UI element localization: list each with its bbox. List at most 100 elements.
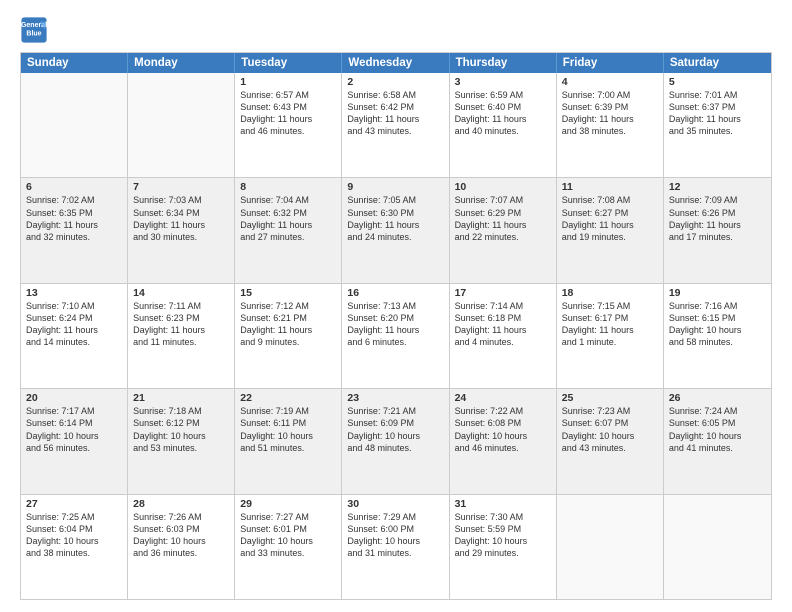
day-number: 31 bbox=[455, 498, 551, 510]
calendar-cell: 9Sunrise: 7:05 AM Sunset: 6:30 PM Daylig… bbox=[342, 178, 449, 282]
day-number: 14 bbox=[133, 287, 229, 299]
day-detail: Sunrise: 7:18 AM Sunset: 6:12 PM Dayligh… bbox=[133, 405, 229, 454]
day-number: 1 bbox=[240, 76, 336, 88]
calendar-header-cell: Saturday bbox=[664, 53, 771, 73]
calendar-cell bbox=[128, 73, 235, 177]
day-detail: Sunrise: 7:29 AM Sunset: 6:00 PM Dayligh… bbox=[347, 511, 443, 560]
calendar-cell: 8Sunrise: 7:04 AM Sunset: 6:32 PM Daylig… bbox=[235, 178, 342, 282]
calendar-cell: 12Sunrise: 7:09 AM Sunset: 6:26 PM Dayli… bbox=[664, 178, 771, 282]
day-detail: Sunrise: 7:12 AM Sunset: 6:21 PM Dayligh… bbox=[240, 300, 336, 349]
day-number: 4 bbox=[562, 76, 658, 88]
day-detail: Sunrise: 7:09 AM Sunset: 6:26 PM Dayligh… bbox=[669, 194, 766, 243]
calendar-cell: 7Sunrise: 7:03 AM Sunset: 6:34 PM Daylig… bbox=[128, 178, 235, 282]
calendar-header-cell: Friday bbox=[557, 53, 664, 73]
logo-icon: General Blue bbox=[20, 16, 48, 44]
calendar-cell: 2Sunrise: 6:58 AM Sunset: 6:42 PM Daylig… bbox=[342, 73, 449, 177]
calendar-cell: 11Sunrise: 7:08 AM Sunset: 6:27 PM Dayli… bbox=[557, 178, 664, 282]
calendar-cell: 10Sunrise: 7:07 AM Sunset: 6:29 PM Dayli… bbox=[450, 178, 557, 282]
day-detail: Sunrise: 7:17 AM Sunset: 6:14 PM Dayligh… bbox=[26, 405, 122, 454]
day-detail: Sunrise: 7:02 AM Sunset: 6:35 PM Dayligh… bbox=[26, 194, 122, 243]
page: General Blue SundayMondayTuesdayWednesda… bbox=[0, 0, 792, 612]
day-detail: Sunrise: 7:23 AM Sunset: 6:07 PM Dayligh… bbox=[562, 405, 658, 454]
day-number: 24 bbox=[455, 392, 551, 404]
calendar-cell: 14Sunrise: 7:11 AM Sunset: 6:23 PM Dayli… bbox=[128, 284, 235, 388]
header: General Blue bbox=[20, 16, 772, 44]
calendar-cell bbox=[664, 495, 771, 599]
day-detail: Sunrise: 7:01 AM Sunset: 6:37 PM Dayligh… bbox=[669, 89, 766, 138]
day-detail: Sunrise: 7:16 AM Sunset: 6:15 PM Dayligh… bbox=[669, 300, 766, 349]
day-detail: Sunrise: 7:30 AM Sunset: 5:59 PM Dayligh… bbox=[455, 511, 551, 560]
day-detail: Sunrise: 7:19 AM Sunset: 6:11 PM Dayligh… bbox=[240, 405, 336, 454]
day-number: 6 bbox=[26, 181, 122, 193]
day-number: 11 bbox=[562, 181, 658, 193]
calendar-cell bbox=[21, 73, 128, 177]
day-number: 12 bbox=[669, 181, 766, 193]
calendar-header-cell: Sunday bbox=[21, 53, 128, 73]
calendar-cell: 29Sunrise: 7:27 AM Sunset: 6:01 PM Dayli… bbox=[235, 495, 342, 599]
calendar-cell: 26Sunrise: 7:24 AM Sunset: 6:05 PM Dayli… bbox=[664, 389, 771, 493]
day-number: 18 bbox=[562, 287, 658, 299]
day-detail: Sunrise: 7:21 AM Sunset: 6:09 PM Dayligh… bbox=[347, 405, 443, 454]
day-number: 10 bbox=[455, 181, 551, 193]
day-number: 20 bbox=[26, 392, 122, 404]
calendar-cell: 3Sunrise: 6:59 AM Sunset: 6:40 PM Daylig… bbox=[450, 73, 557, 177]
day-detail: Sunrise: 7:24 AM Sunset: 6:05 PM Dayligh… bbox=[669, 405, 766, 454]
calendar: SundayMondayTuesdayWednesdayThursdayFrid… bbox=[20, 52, 772, 600]
day-number: 5 bbox=[669, 76, 766, 88]
calendar-cell: 25Sunrise: 7:23 AM Sunset: 6:07 PM Dayli… bbox=[557, 389, 664, 493]
day-number: 21 bbox=[133, 392, 229, 404]
day-detail: Sunrise: 7:03 AM Sunset: 6:34 PM Dayligh… bbox=[133, 194, 229, 243]
calendar-body: 1Sunrise: 6:57 AM Sunset: 6:43 PM Daylig… bbox=[21, 73, 771, 599]
calendar-cell: 24Sunrise: 7:22 AM Sunset: 6:08 PM Dayli… bbox=[450, 389, 557, 493]
day-detail: Sunrise: 7:14 AM Sunset: 6:18 PM Dayligh… bbox=[455, 300, 551, 349]
day-detail: Sunrise: 7:13 AM Sunset: 6:20 PM Dayligh… bbox=[347, 300, 443, 349]
calendar-cell: 28Sunrise: 7:26 AM Sunset: 6:03 PM Dayli… bbox=[128, 495, 235, 599]
day-number: 3 bbox=[455, 76, 551, 88]
calendar-cell: 23Sunrise: 7:21 AM Sunset: 6:09 PM Dayli… bbox=[342, 389, 449, 493]
day-number: 13 bbox=[26, 287, 122, 299]
day-detail: Sunrise: 7:08 AM Sunset: 6:27 PM Dayligh… bbox=[562, 194, 658, 243]
calendar-week: 1Sunrise: 6:57 AM Sunset: 6:43 PM Daylig… bbox=[21, 73, 771, 177]
day-number: 22 bbox=[240, 392, 336, 404]
day-number: 2 bbox=[347, 76, 443, 88]
calendar-week: 6Sunrise: 7:02 AM Sunset: 6:35 PM Daylig… bbox=[21, 177, 771, 282]
calendar-cell: 20Sunrise: 7:17 AM Sunset: 6:14 PM Dayli… bbox=[21, 389, 128, 493]
calendar-cell: 17Sunrise: 7:14 AM Sunset: 6:18 PM Dayli… bbox=[450, 284, 557, 388]
day-detail: Sunrise: 7:04 AM Sunset: 6:32 PM Dayligh… bbox=[240, 194, 336, 243]
calendar-week: 27Sunrise: 7:25 AM Sunset: 6:04 PM Dayli… bbox=[21, 494, 771, 599]
day-number: 17 bbox=[455, 287, 551, 299]
calendar-cell: 21Sunrise: 7:18 AM Sunset: 6:12 PM Dayli… bbox=[128, 389, 235, 493]
day-number: 23 bbox=[347, 392, 443, 404]
calendar-cell: 16Sunrise: 7:13 AM Sunset: 6:20 PM Dayli… bbox=[342, 284, 449, 388]
calendar-week: 13Sunrise: 7:10 AM Sunset: 6:24 PM Dayli… bbox=[21, 283, 771, 388]
day-detail: Sunrise: 6:58 AM Sunset: 6:42 PM Dayligh… bbox=[347, 89, 443, 138]
day-detail: Sunrise: 7:27 AM Sunset: 6:01 PM Dayligh… bbox=[240, 511, 336, 560]
day-number: 7 bbox=[133, 181, 229, 193]
calendar-cell: 6Sunrise: 7:02 AM Sunset: 6:35 PM Daylig… bbox=[21, 178, 128, 282]
calendar-cell: 1Sunrise: 6:57 AM Sunset: 6:43 PM Daylig… bbox=[235, 73, 342, 177]
day-detail: Sunrise: 7:10 AM Sunset: 6:24 PM Dayligh… bbox=[26, 300, 122, 349]
svg-text:Blue: Blue bbox=[26, 31, 41, 38]
day-detail: Sunrise: 7:00 AM Sunset: 6:39 PM Dayligh… bbox=[562, 89, 658, 138]
day-number: 16 bbox=[347, 287, 443, 299]
calendar-cell: 19Sunrise: 7:16 AM Sunset: 6:15 PM Dayli… bbox=[664, 284, 771, 388]
calendar-cell: 15Sunrise: 7:12 AM Sunset: 6:21 PM Dayli… bbox=[235, 284, 342, 388]
day-detail: Sunrise: 7:15 AM Sunset: 6:17 PM Dayligh… bbox=[562, 300, 658, 349]
calendar-header-cell: Thursday bbox=[450, 53, 557, 73]
calendar-cell: 31Sunrise: 7:30 AM Sunset: 5:59 PM Dayli… bbox=[450, 495, 557, 599]
day-number: 29 bbox=[240, 498, 336, 510]
day-number: 27 bbox=[26, 498, 122, 510]
calendar-cell: 4Sunrise: 7:00 AM Sunset: 6:39 PM Daylig… bbox=[557, 73, 664, 177]
day-detail: Sunrise: 6:57 AM Sunset: 6:43 PM Dayligh… bbox=[240, 89, 336, 138]
day-detail: Sunrise: 7:22 AM Sunset: 6:08 PM Dayligh… bbox=[455, 405, 551, 454]
day-detail: Sunrise: 7:07 AM Sunset: 6:29 PM Dayligh… bbox=[455, 194, 551, 243]
day-detail: Sunrise: 7:11 AM Sunset: 6:23 PM Dayligh… bbox=[133, 300, 229, 349]
calendar-header-row: SundayMondayTuesdayWednesdayThursdayFrid… bbox=[21, 53, 771, 73]
calendar-cell: 30Sunrise: 7:29 AM Sunset: 6:00 PM Dayli… bbox=[342, 495, 449, 599]
day-detail: Sunrise: 7:25 AM Sunset: 6:04 PM Dayligh… bbox=[26, 511, 122, 560]
day-number: 8 bbox=[240, 181, 336, 193]
day-detail: Sunrise: 7:05 AM Sunset: 6:30 PM Dayligh… bbox=[347, 194, 443, 243]
day-number: 19 bbox=[669, 287, 766, 299]
day-number: 28 bbox=[133, 498, 229, 510]
calendar-cell: 27Sunrise: 7:25 AM Sunset: 6:04 PM Dayli… bbox=[21, 495, 128, 599]
